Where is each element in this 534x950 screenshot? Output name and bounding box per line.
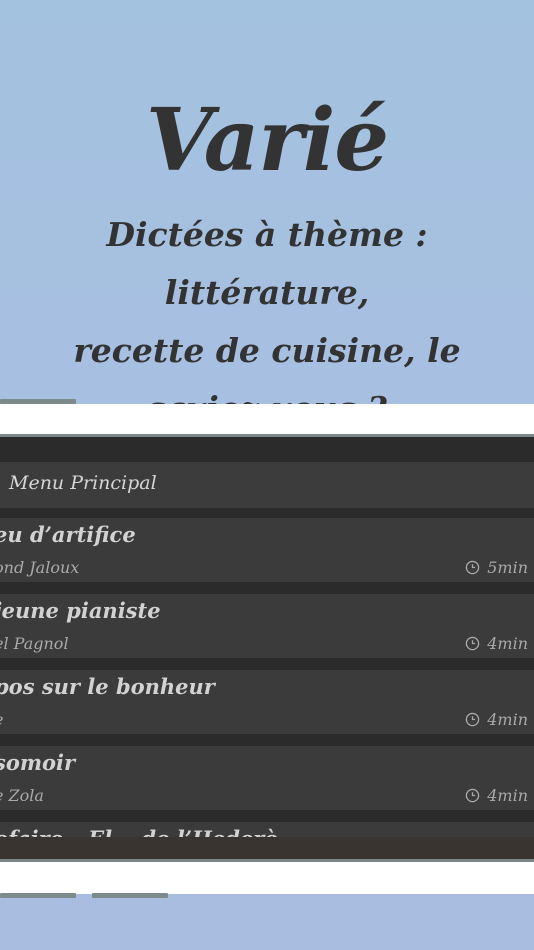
dictation-title: somoir: [0, 750, 76, 775]
dictation-author: ond Jaloux: [0, 558, 80, 577]
list-item-dictation[interactable]: pos sur le bonheur e 4min: [0, 670, 534, 734]
dictation-duration: 4min: [465, 634, 528, 653]
hero-subtitle-line-1: Dictées à thème : littérature,: [106, 215, 428, 312]
clock-icon: [465, 712, 480, 727]
duration-label: 4min: [487, 786, 528, 805]
duration-label: 4min: [487, 634, 528, 653]
main-menu-button[interactable]: Menu Principal: [0, 462, 534, 508]
duration-label: 4min: [487, 710, 528, 729]
dictation-duration: 4min: [465, 710, 528, 729]
clock-icon: [465, 788, 480, 803]
list-item-dictation[interactable]: somoir e Zola 4min: [0, 746, 534, 810]
device-tab-bottom-right: [92, 893, 168, 898]
dictation-author: e Zola: [0, 786, 44, 805]
dictation-title: pos sur le bonheur: [0, 674, 215, 699]
duration-label: 5min: [487, 558, 528, 577]
list-item-dictation[interactable]: jeune pianiste el Pagnol 4min: [0, 594, 534, 658]
list-bottom-fade: [0, 837, 534, 859]
clock-icon: [465, 636, 480, 651]
list-item-dictation[interactable]: eu d’artifice ond Jaloux 5min: [0, 518, 534, 582]
device-tab-bottom-left: [0, 893, 76, 898]
clock-icon: [465, 560, 480, 575]
dictation-title: jeune pianiste: [0, 598, 161, 623]
hero-title: Varié: [145, 90, 389, 191]
dictation-author: e: [0, 710, 3, 729]
app-screen: Menu Principal eu d’artifice ond Jaloux …: [0, 434, 534, 862]
dictation-duration: 4min: [465, 786, 528, 805]
main-menu-label: Menu Principal: [9, 472, 157, 494]
dictation-duration: 5min: [465, 558, 528, 577]
dictation-title: eu d’artifice: [0, 522, 136, 547]
dictation-author: el Pagnol: [0, 634, 69, 653]
